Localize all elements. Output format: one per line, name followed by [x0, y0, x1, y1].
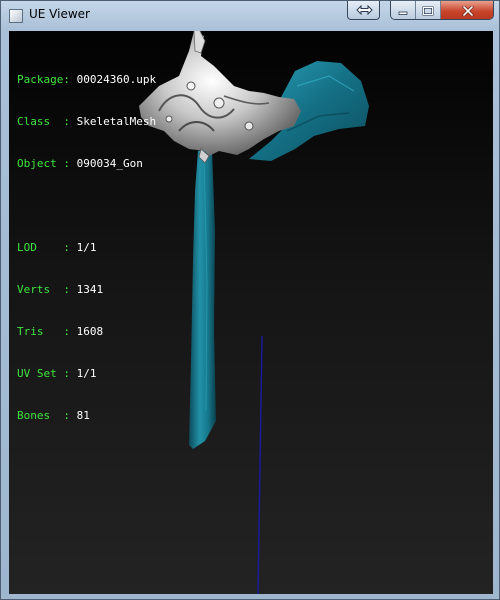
class-value: SkeletalMesh [76, 115, 157, 128]
info-row-object: Object : 090034_Gon [17, 157, 143, 170]
double-arrow-icon [356, 5, 373, 15]
info-row-tris: Tris : 1608 [17, 325, 104, 338]
caption-buttons [390, 1, 494, 20]
window-title: UE Viewer [29, 7, 90, 21]
mesh-info-overlay: Package: 00024360.upk Class : SkeletalMe… [17, 45, 156, 451]
hanging-cloth [189, 149, 216, 449]
minimize-icon [398, 11, 408, 15]
lod-value: 1/1 [76, 241, 97, 254]
uvset-value: 1/1 [76, 367, 97, 380]
app-icon [9, 9, 23, 23]
maximize-icon [422, 6, 434, 15]
title-bar[interactable]: UE Viewer [1, 1, 499, 30]
toggle-view-button[interactable] [347, 1, 380, 20]
info-row-uvset: UV Set : 1/1 [17, 367, 97, 380]
info-row-verts: Verts : 1341 [17, 283, 104, 296]
info-row-class: Class : SkeletalMesh [17, 115, 157, 128]
close-icon [462, 5, 474, 16]
close-button[interactable] [441, 1, 493, 19]
package-value: 00024360.upk [76, 73, 157, 86]
minimize-button[interactable] [391, 1, 416, 19]
mesh-viewport[interactable]: Package: 00024360.upk Class : SkeletalMe… [9, 31, 493, 594]
app-window: UE Viewer Package: 00024360.upk Class: … [0, 0, 500, 600]
bone-line [257, 335, 263, 594]
verts-value: 1341 [76, 283, 104, 296]
bones-value: 81 [76, 409, 90, 422]
tris-value: 1608 [76, 325, 104, 338]
info-row-bones: Bones : 81 [17, 409, 90, 422]
maximize-button[interactable] [416, 1, 441, 19]
info-row-lod: LOD : 1/1 [17, 241, 97, 254]
info-row-package: Package: 00024360.upk [17, 73, 157, 86]
object-value: 090034_Gon [76, 157, 143, 170]
